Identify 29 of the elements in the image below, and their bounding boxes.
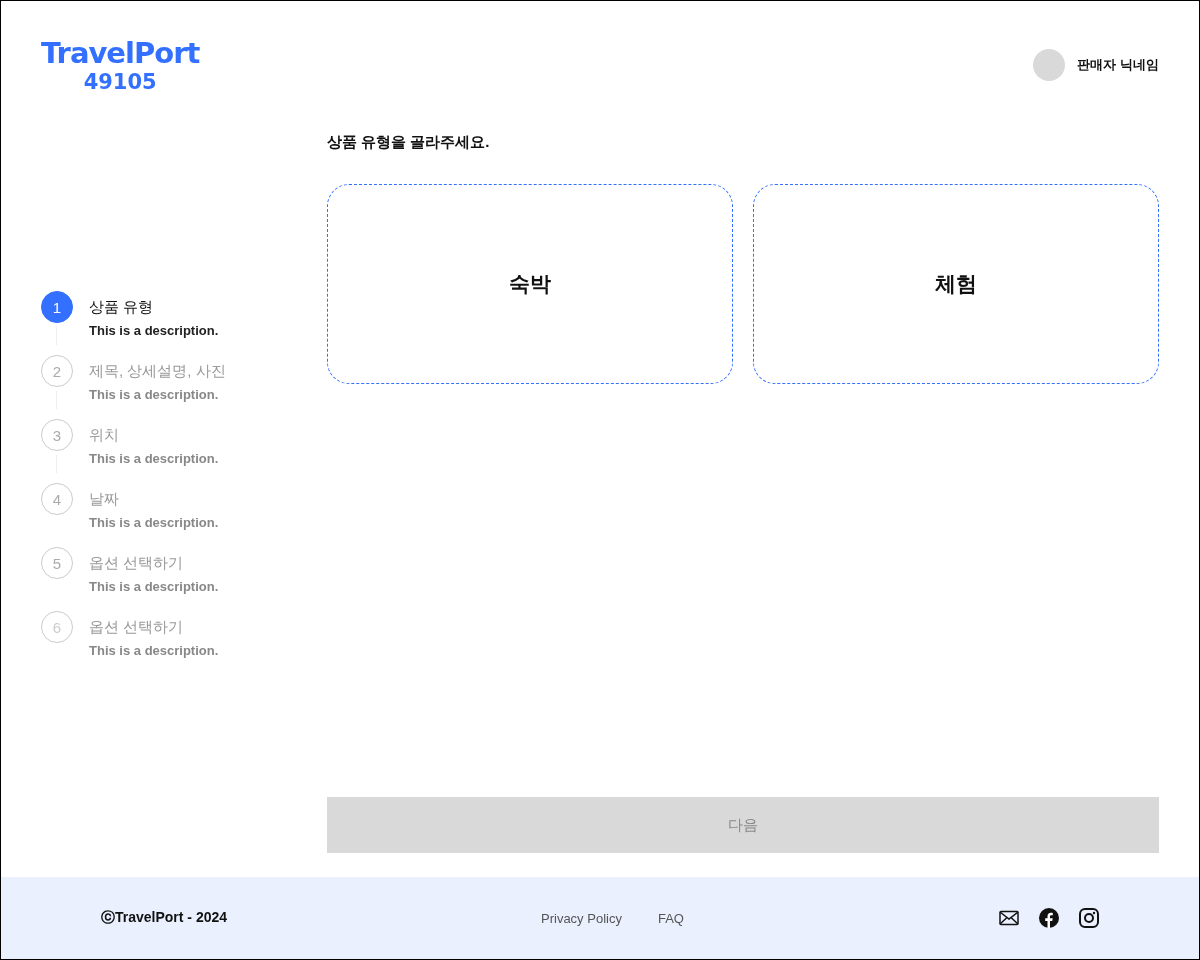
copyright-text: ⓒTravelPort - 2024 (101, 909, 229, 927)
step-title: 날짜 (89, 489, 120, 509)
footer-link[interactable]: Privacy Policy (541, 910, 622, 926)
step-number[interactable]: 2 (41, 355, 73, 387)
step-number[interactable]: 5 (41, 547, 73, 579)
step-description: This is a description. (89, 451, 220, 466)
facebook-icon[interactable] (1039, 908, 1059, 928)
logo-name: TravelPort (41, 37, 200, 69)
step-title: 위치 (89, 425, 120, 445)
step-number[interactable]: 3 (41, 419, 73, 451)
step-number[interactable]: 4 (41, 483, 73, 515)
step-title: 옵션 선택하기 (89, 617, 185, 637)
question-text: 상품 유형을 골라주세요. (327, 133, 491, 152)
step-title: 옵션 선택하기 (89, 553, 185, 573)
user-nickname[interactable]: 판매자 닉네임 (1077, 56, 1159, 74)
mail-icon[interactable] (999, 910, 1019, 926)
step-number[interactable]: 1 (41, 291, 73, 323)
option-card[interactable]: 숙박 (327, 184, 733, 384)
step-description: This is a description. (89, 515, 220, 530)
step-description: This is a description. (89, 387, 220, 402)
step-description: This is a description. (89, 643, 220, 658)
logo-code: 49105 (83, 69, 157, 95)
step-title: 제목, 상세설명, 사진 (89, 361, 227, 381)
step-title: 상품 유형 (89, 297, 155, 317)
step-description: This is a description. (89, 323, 220, 338)
step-description: This is a description. (89, 579, 220, 594)
footer-link[interactable]: FAQ (657, 910, 684, 926)
instagram-icon[interactable] (1079, 908, 1099, 928)
option-card[interactable]: 체험 (753, 184, 1159, 384)
